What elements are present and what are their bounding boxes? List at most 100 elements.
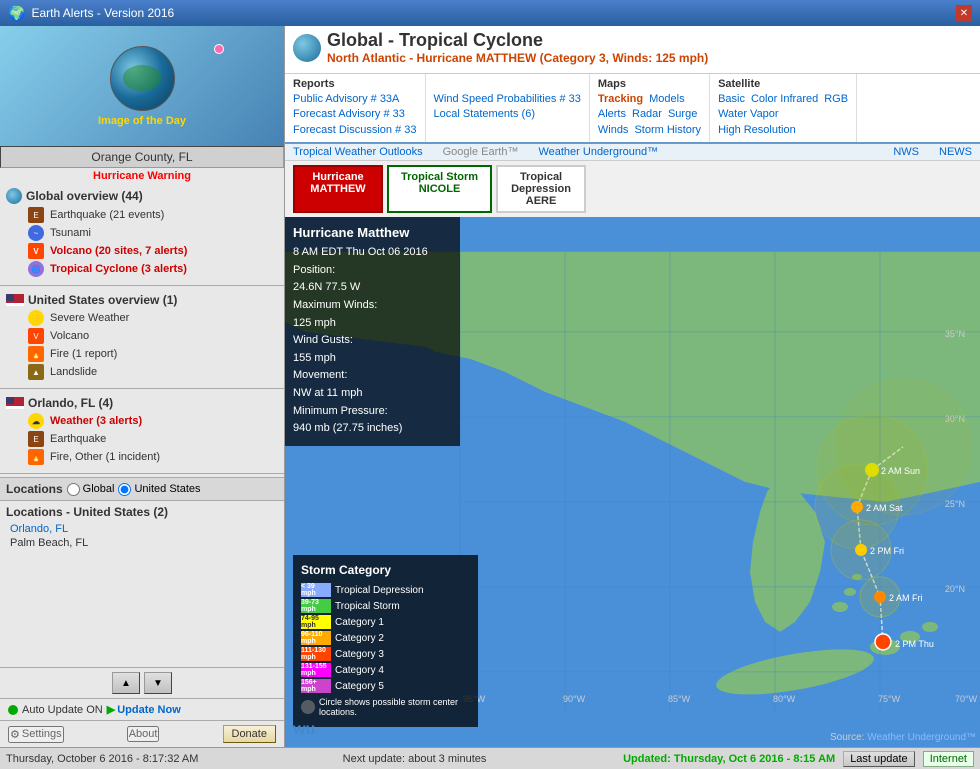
nav-storm-history[interactable]: Storm History (634, 123, 701, 138)
global-radio-option[interactable]: Global (67, 483, 115, 496)
sidebar-item-landslide[interactable]: ▲ Landslide (6, 363, 278, 381)
svg-text:2 AM Sun: 2 AM Sun (881, 466, 920, 476)
svg-text:20°N: 20°N (945, 584, 965, 594)
sidebar-item-us-volcano[interactable]: V Volcano (6, 327, 278, 345)
nav-radar[interactable]: Radar (632, 107, 662, 122)
nav-winds[interactable]: Winds (598, 123, 629, 138)
last-update-button[interactable]: Last update (843, 751, 915, 767)
svg-text:90°W: 90°W (563, 694, 586, 704)
nav-alerts[interactable]: Alerts (598, 107, 626, 122)
us-overview-section: United States overview (1) ⚡ Severe Weat… (0, 289, 284, 385)
legend-circle-row: Circle shows possible storm center locat… (301, 697, 470, 717)
sidebar-controls: ▲ ▼ (0, 667, 284, 698)
news-link[interactable]: NEWS (939, 146, 972, 158)
play-icon: ▶ (107, 703, 115, 716)
nws-link[interactable]: NWS (893, 146, 919, 158)
sidebar-item-orlando-quake[interactable]: E Earthquake (6, 430, 278, 448)
storm-tab-aere[interactable]: Tropical Depression AERE (496, 165, 586, 213)
google-earth-label: Google Earth™ (443, 146, 519, 158)
global-overview-header: Global overview (44) (6, 188, 278, 204)
auto-update-indicator (8, 705, 18, 715)
sidebar-item-earthquake[interactable]: E Earthquake (21 events) (6, 206, 278, 224)
fire-icon: 🔥 (28, 346, 44, 362)
location-dot (214, 44, 224, 54)
nav-forecast-discussion[interactable]: Forecast Discussion # 33 (293, 123, 417, 138)
legend-color-1: 39-73 mph (301, 599, 331, 613)
sidebar-bottom: Auto Update ON ▶ Update Now (0, 698, 284, 720)
storm-tab-matthew[interactable]: Hurricane MATTHEW (293, 165, 383, 213)
nav-color-infrared[interactable]: Color Infrared (751, 92, 818, 107)
last-update-text: Updated: Thursday, Oct 6 2016 - 8:15 AM (623, 753, 835, 765)
reports-group: Reports Public Advisory # 33A Forecast A… (285, 74, 426, 142)
us-radio-option[interactable]: United States (118, 483, 200, 496)
nav-high-res[interactable]: High Resolution (718, 123, 848, 138)
storm-legend: Storm Category < 39 mph Tropical Depress… (293, 555, 478, 727)
update-now-button[interactable]: ▶ Update Now (107, 703, 181, 716)
about-button[interactable]: About (127, 726, 160, 742)
orlando-flag-icon (6, 397, 24, 409)
nav-local-statements[interactable]: Local Statements (6) (434, 107, 581, 122)
hurricane-warning: Hurricane Warning (0, 168, 284, 184)
global-radio[interactable] (67, 483, 80, 496)
sidebar-item-fire[interactable]: 🔥 Fire (1 report) (6, 345, 278, 363)
nav-section: Reports Public Advisory # 33A Forecast A… (285, 74, 980, 144)
nav-basic[interactable]: Basic (718, 92, 745, 107)
svg-text:80°W: 80°W (773, 694, 796, 704)
hurricane-info-title: Hurricane Matthew (293, 225, 452, 240)
sidebar-item-cyclone[interactable]: 🌀 Tropical Cyclone (3 alerts) (6, 260, 278, 278)
scroll-up-button[interactable]: ▲ (112, 672, 140, 694)
nav-models[interactable]: Models (649, 92, 684, 107)
sidebar-item-orlando-fire[interactable]: 🔥 Fire, Other (1 incident) (6, 448, 278, 466)
wave-icon: ~ (28, 225, 44, 241)
header-earth-icon (293, 34, 321, 62)
legend-color-2: 74-95 mph (301, 615, 331, 629)
nav-tracking[interactable]: Tracking (598, 92, 643, 107)
weather-underground-link[interactable]: Weather Underground™ (538, 146, 658, 158)
content-header: Global - Tropical Cyclone North Atlantic… (285, 26, 980, 74)
source-link[interactable]: Weather Underground™ (867, 732, 976, 743)
sidebar-item-orlando-weather[interactable]: ☁ Weather (3 alerts) (6, 412, 278, 430)
storm-tab-nicole[interactable]: Tropical Storm NICOLE (387, 165, 492, 213)
sidebar: Image of the Day Orange County, FL Hurri… (0, 26, 285, 747)
svg-text:75°W: 75°W (878, 694, 901, 704)
legend-row-1: 39-73 mph Tropical Storm (301, 599, 470, 613)
maps-title: Maps (598, 78, 701, 90)
tropical-bar: Tropical Weather Outlooks Google Earth™ … (285, 144, 980, 161)
donate-button[interactable]: Donate (223, 725, 276, 743)
locations-header: Locations - United States (2) (6, 505, 278, 519)
cyclone-icon: 🌀 (28, 261, 44, 277)
nav-surge[interactable]: Surge (668, 107, 697, 122)
storm-tabs: Hurricane MATTHEW Tropical Storm NICOLE … (285, 161, 980, 217)
reports-group2: . Wind Speed Probabilities # 33 Local St… (426, 74, 590, 142)
main-layout: Image of the Day Orange County, FL Hurri… (0, 26, 980, 747)
nav-rgb[interactable]: RGB (824, 92, 848, 107)
svg-text:2 PM Thu: 2 PM Thu (895, 639, 934, 649)
legend-color-5: 131-155 mph (301, 663, 331, 677)
nav-public-advisory[interactable]: Public Advisory # 33A (293, 92, 417, 107)
settings-icon: ⚙ (10, 728, 20, 741)
legend-row-2: 74-95 mph Category 1 (301, 615, 470, 629)
auto-update-label: Auto Update ON (22, 704, 103, 716)
nav-forecast-advisory[interactable]: Forecast Advisory # 33 (293, 107, 417, 122)
image-of-day[interactable]: Image of the Day (0, 26, 284, 146)
location-orlando[interactable]: Orlando, FL (6, 522, 278, 536)
sidebar-item-volcano[interactable]: V Volcano (20 sites, 7 alerts) (6, 242, 278, 260)
nav-wind-speed[interactable]: Wind Speed Probabilities # 33 (434, 92, 581, 107)
location-display[interactable]: Orange County, FL (0, 146, 284, 168)
tropical-outlooks-link[interactable]: Tropical Weather Outlooks (293, 146, 423, 158)
globe-flag-icon (6, 188, 22, 204)
nav-water-vapor[interactable]: Water Vapor (718, 107, 848, 122)
scroll-down-button[interactable]: ▼ (144, 672, 172, 694)
hurricane-info-panel: Hurricane Matthew 8 AM EDT Thu Oct 06 20… (285, 217, 460, 446)
settings-button[interactable]: ⚙ Settings (8, 726, 64, 743)
sidebar-item-tsunami[interactable]: ~ Tsunami (6, 224, 278, 242)
locations-tabs: Locations Global United States (0, 477, 284, 501)
earthquake-icon: E (28, 207, 44, 223)
close-button[interactable]: ✕ (956, 5, 972, 21)
us-radio[interactable] (118, 483, 131, 496)
legend-color-3: 96-110 mph (301, 631, 331, 645)
legend-color-4: 111-130 mph (301, 647, 331, 661)
locations-label: Locations (6, 482, 63, 496)
sidebar-item-severe-weather[interactable]: ⚡ Severe Weather (6, 309, 278, 327)
titlebar: 🌍 Earth Alerts - Version 2016 ✕ (0, 0, 980, 26)
